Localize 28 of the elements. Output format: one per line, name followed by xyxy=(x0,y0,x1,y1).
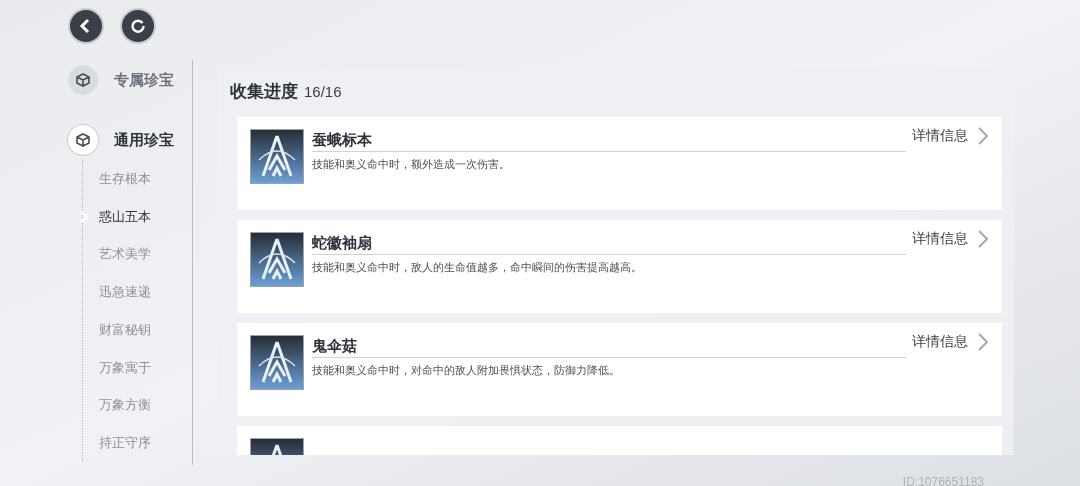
chevron-icon xyxy=(79,210,89,223)
treasure-chest-icon xyxy=(68,65,98,95)
treasure-description: 技能和奥义命中时，敌人的生命值越多，命中瞬间的伤害提高越高。 xyxy=(312,260,643,275)
details-link[interactable]: 详情信息 xyxy=(912,331,988,352)
category-tab[interactable]: 通用珍宝 xyxy=(114,128,174,152)
chevron-icon xyxy=(978,229,988,248)
treasure-card[interactable]: 蚕蛾标本 详情信息 技能和奥义命中时，额外造成一次伤害。 xyxy=(237,117,1002,210)
back-button[interactable] xyxy=(70,10,102,42)
treasure-description: 技能和奥义命中时，对命中的敌人附加畏惧状态，防御力降低。 xyxy=(312,363,621,378)
details-link[interactable]: 详情信息 xyxy=(912,228,988,249)
chevron-icon xyxy=(978,332,988,351)
collection-title: 收集进度 xyxy=(230,81,298,103)
treasure-card[interactable]: 鬼伞菇 详情信息 技能和奥义命中时，对命中的敌人附加畏惧状态，防御力降低。 xyxy=(237,323,1002,416)
refresh-button[interactable] xyxy=(122,10,154,42)
emblem-icon xyxy=(250,232,304,287)
chevron-icon xyxy=(978,126,988,145)
refresh-icon xyxy=(130,18,146,34)
treasure-name: 鬼伞菇 xyxy=(312,335,358,356)
emblem-icon xyxy=(250,335,304,390)
subcategory-item[interactable]: 惑山五本 xyxy=(99,206,151,227)
treasure-name: 蛇徽袖扇 xyxy=(312,232,373,253)
details-link[interactable]: 详情信息 xyxy=(912,125,988,146)
treasure-chest-icon xyxy=(68,125,98,155)
emblem-icon xyxy=(250,129,304,184)
treasure-description: 技能和奥义命中时，额外造成一次伤害。 xyxy=(312,157,511,172)
treasure-card[interactable]: 蛇徽袖扇 详情信息 技能和奥义命中时，敌人的生命值越多，命中瞬间的伤害提高越高。 xyxy=(237,220,1002,313)
treasure-name: 蚕蛾标本 xyxy=(312,129,373,150)
category-tab[interactable]: 专属珍宝 xyxy=(114,68,174,92)
